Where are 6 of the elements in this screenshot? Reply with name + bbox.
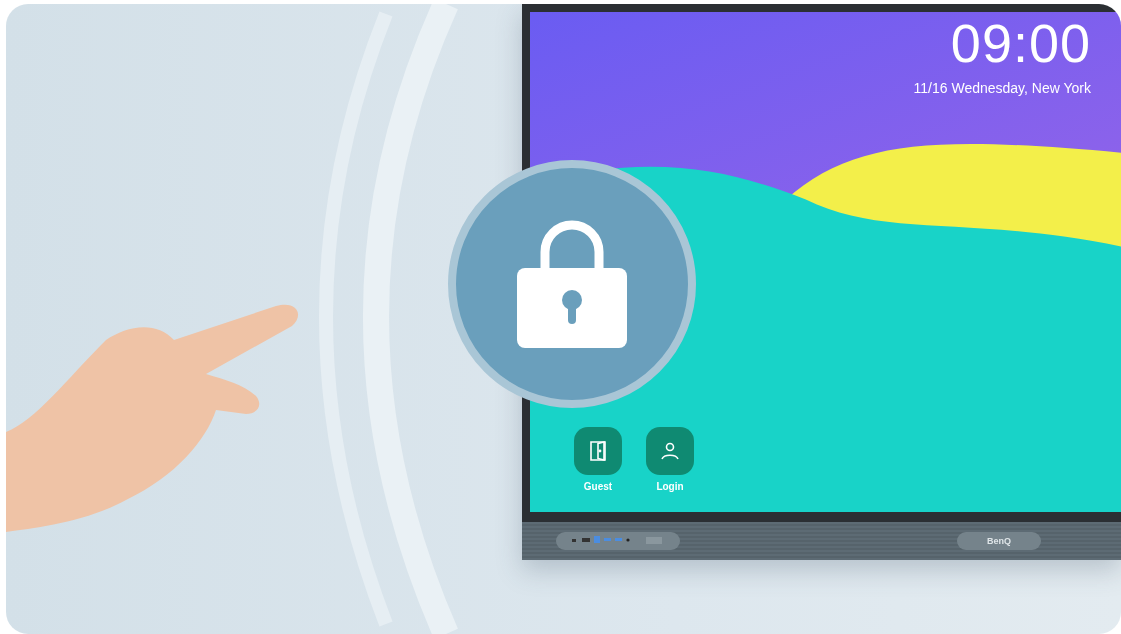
- brand-logo: BenQ: [957, 532, 1041, 550]
- clock-date: 11/16 Wednesday, New York: [913, 80, 1091, 96]
- lock-icon: [517, 220, 627, 348]
- person-icon: [659, 441, 681, 461]
- door-icon: [589, 440, 607, 462]
- clock-time: 09:00: [950, 16, 1091, 70]
